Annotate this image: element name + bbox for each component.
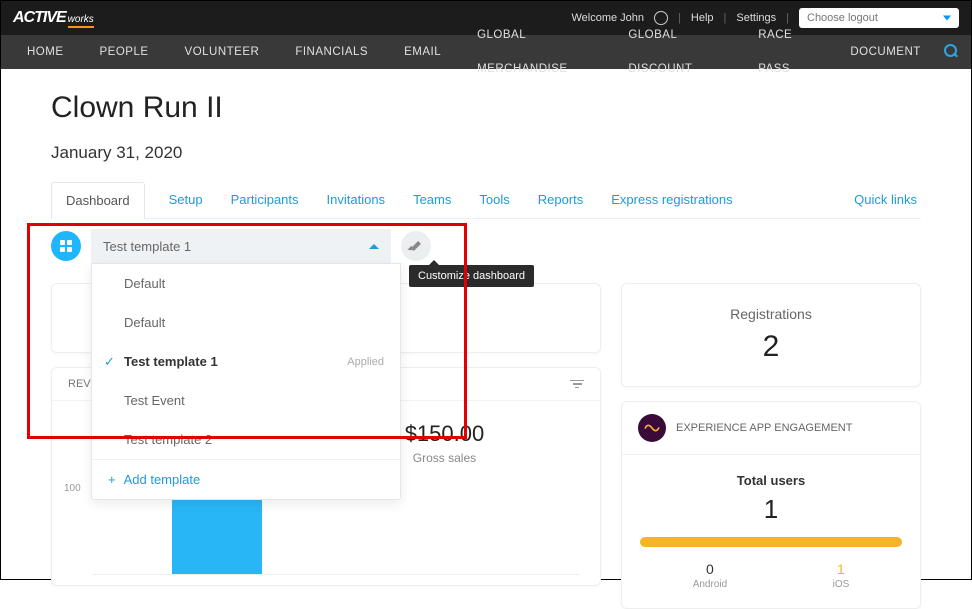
template-option-test-template-1[interactable]: Test template 1 Applied [92,342,400,381]
ios-value: 1 [833,561,850,577]
tab-reports[interactable]: Reports [534,182,588,217]
experience-header-label: EXPERIENCE APP ENGAGEMENT [676,422,852,434]
nav-race-pass[interactable]: RACE PASS [740,18,832,86]
nav-email[interactable]: EMAIL [386,35,459,69]
globe-icon[interactable] [654,11,668,25]
android-label: Android [693,579,727,590]
tab-express-registrations[interactable]: Express registrations [607,182,736,217]
logo-sub: works [68,14,94,28]
registrations-card: Registrations 2 [621,283,921,387]
page-body: Clown Run II January 31, 2020 Dashboard … [1,69,971,609]
logout-select[interactable] [799,8,959,28]
applied-badge: Applied [347,356,384,368]
users-bar [640,537,902,547]
template-option-test-event[interactable]: Test Event [92,381,400,420]
logo[interactable]: ACTIVE works [13,9,94,28]
logo-main: ACTIVE [13,9,66,27]
pencil-icon [410,240,422,252]
customize-dashboard-tooltip: Customize dashboard [409,265,534,287]
tab-dashboard[interactable]: Dashboard [51,182,145,219]
tab-tools[interactable]: Tools [475,182,513,217]
tab-invitations[interactable]: Invitations [323,182,390,217]
registrations-title: Registrations [644,306,898,322]
template-option-default-2[interactable]: Default [92,303,400,342]
quick-links[interactable]: Quick links [854,192,921,207]
y-axis-tick-100: 100 [64,483,81,494]
chevron-up-icon [369,244,379,249]
android-value: 0 [693,561,727,577]
logout-select-wrap[interactable] [799,8,959,28]
ios-label: iOS [833,579,850,590]
nav-financials[interactable]: FINANCIALS [277,35,386,69]
dashboard-toolbar: Test template 1 Customize dashboard Defa… [51,229,921,263]
gross-sales-value: $150.00 [405,421,485,447]
total-users-label: Total users [640,473,902,488]
tab-teams[interactable]: Teams [409,182,455,217]
nav-global-merchandise[interactable]: GLOBAL MERCHANDISE [459,18,610,86]
search-icon [944,44,958,58]
experience-icon [638,414,666,442]
event-tabs: Dashboard Setup Participants Invitations… [51,181,921,219]
nav-volunteer[interactable]: VOLUNTEER [167,35,278,69]
layout-grid-button[interactable] [51,231,81,261]
ios-block: 1 iOS [833,561,850,590]
nav-home[interactable]: HOME [9,35,82,69]
tab-participants[interactable]: Participants [227,182,303,217]
grid-icon [60,240,72,252]
add-template-button[interactable]: Add template [92,459,400,499]
template-option-default-1[interactable]: Default [92,264,400,303]
registrations-value: 2 [644,330,898,364]
nav-document[interactable]: DOCUMENT [832,35,938,69]
template-dropdown: Default Default Test template 1 Applied … [91,263,401,500]
nav-search[interactable] [939,44,963,61]
android-block: 0 Android [693,561,727,590]
template-select[interactable]: Test template 1 [91,229,391,263]
nav-people[interactable]: PEOPLE [82,35,167,69]
filter-icon[interactable] [570,380,584,389]
event-date: January 31, 2020 [51,143,921,163]
tab-setup[interactable]: Setup [165,182,207,217]
nav-global-discount[interactable]: GLOBAL DISCOUNT [610,18,740,86]
gross-sales-label: Gross sales [405,451,485,465]
gross-sales-block: $150.00 Gross sales [405,421,485,465]
customize-dashboard-button[interactable] [401,231,431,261]
main-nav: HOME PEOPLE VOLUNTEER FINANCIALS EMAIL G… [1,35,971,69]
total-users-value: 1 [640,494,902,525]
template-option-test-template-2[interactable]: Test template 2 [92,420,400,459]
experience-card: EXPERIENCE APP ENGAGEMENT Total users 1 … [621,401,921,609]
template-select-label: Test template 1 [103,239,191,254]
page-title: Clown Run II [51,91,921,125]
